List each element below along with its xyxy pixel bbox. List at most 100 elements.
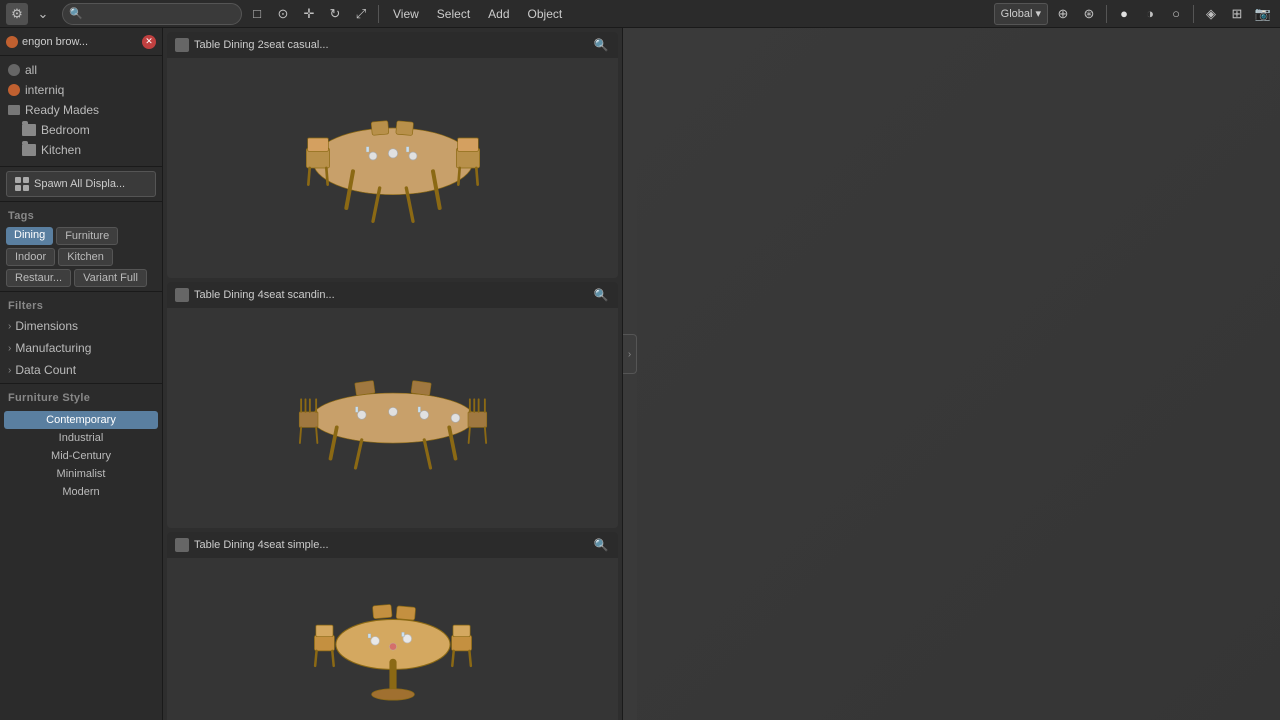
tree-all-label: all <box>25 63 37 77</box>
filter-dimensions[interactable]: › Dimensions <box>0 315 162 337</box>
tree-kitchen-label: Kitchen <box>41 143 81 157</box>
menu-select[interactable]: Select <box>429 4 478 24</box>
toolbar-expand-icon[interactable]: ⌄ <box>32 3 54 25</box>
left-panel-scroll[interactable]: all interniq Ready Mades Bedroom Kitchen <box>0 56 162 720</box>
divider-2 <box>0 201 162 202</box>
toolbar-transform-icon[interactable]: ✛ <box>298 3 320 25</box>
menu-object[interactable]: Object <box>520 4 571 24</box>
top-toolbar: ⚙ ⌄ 🔍 □ ⊙ ✛ ↻ ⤢ View Select Add Object G… <box>0 0 1280 28</box>
style-industrial[interactable]: Industrial <box>0 429 162 447</box>
all-icon <box>8 64 20 76</box>
tree-item-all[interactable]: all <box>0 60 162 80</box>
main-area: engon brow... ✕ all interniq Ready Mades <box>0 28 1280 720</box>
tree-item-bedroom[interactable]: Bedroom <box>0 120 162 140</box>
shading-render-icon[interactable]: ○ <box>1165 3 1187 25</box>
left-panel: engon brow... ✕ all interniq Ready Mades <box>0 28 163 720</box>
tag-kitchen[interactable]: Kitchen <box>58 248 113 266</box>
tags-label: Tags <box>0 204 162 225</box>
top-menu: View Select Add Object <box>385 4 570 24</box>
viewport-shading-icon[interactable]: ◈ <box>1200 3 1222 25</box>
tree-bedroom-label: Bedroom <box>41 123 90 137</box>
asset-item-1-header: Table Dining 4seat scandin... 🔍 <box>167 282 618 308</box>
filter-manufacturing[interactable]: › Manufacturing <box>0 337 162 359</box>
asset-0-title: Table Dining 2seat casual... <box>194 39 587 51</box>
menu-add[interactable]: Add <box>480 4 517 24</box>
overlay-icon[interactable]: ⊕ <box>1052 3 1074 25</box>
asset-item-0[interactable]: Table Dining 2seat casual... 🔍 <box>167 32 618 278</box>
toolbar-separator-2 <box>1106 5 1107 23</box>
toolbar-search-input[interactable] <box>62 3 242 25</box>
chevron-dimensions: › <box>8 321 11 332</box>
spawn-label: Spawn All Displa... <box>34 178 125 190</box>
viewport-global-dropdown[interactable]: Global ▾ <box>994 3 1048 25</box>
divider-3 <box>0 291 162 292</box>
style-minimalist[interactable]: Minimalist <box>0 465 162 483</box>
tag-furniture[interactable]: Furniture <box>56 227 118 245</box>
toolbar-separator-1 <box>378 5 379 23</box>
furniture-style-label: Furniture Style <box>0 386 162 407</box>
close-button[interactable]: ✕ <box>142 35 156 49</box>
asset-2-preview <box>167 558 618 720</box>
browser-title: engon brow... <box>22 36 138 48</box>
style-section: Contemporary Industrial Mid-Century Mini… <box>0 407 162 505</box>
asset-2-icon <box>175 538 189 552</box>
asset-item-1[interactable]: Table Dining 4seat scandin... 🔍 <box>167 282 618 528</box>
toolbar-select-box-icon[interactable]: □ <box>246 3 268 25</box>
toolbar-settings-icon[interactable]: ⚙ <box>6 3 28 25</box>
asset-0-preview <box>167 58 618 278</box>
asset-item-2-header: Table Dining 4seat simple... 🔍 <box>167 532 618 558</box>
toolbar-rotate-icon[interactable]: ↻ <box>324 3 346 25</box>
tree-section: all interniq Ready Mades Bedroom Kitchen <box>0 56 162 164</box>
asset-2-svg <box>293 558 493 720</box>
style-contemporary[interactable]: Contemporary <box>4 411 158 429</box>
tag-dining[interactable]: Dining <box>6 227 53 245</box>
tree-item-ready-mades[interactable]: Ready Mades <box>0 100 162 120</box>
asset-list: Table Dining 2seat casual... 🔍 <box>163 28 622 720</box>
tree-item-kitchen[interactable]: Kitchen <box>0 140 162 160</box>
filter-data-count[interactable]: › Data Count <box>0 359 162 381</box>
viewport-background <box>637 28 1280 720</box>
tag-indoor[interactable]: Indoor <box>6 248 55 266</box>
3d-viewport <box>637 28 1280 720</box>
divider-4 <box>0 383 162 384</box>
tags-container: Dining Furniture Indoor Kitchen Restaur.… <box>0 225 162 289</box>
spawn-all-button[interactable]: Spawn All Displa... <box>6 171 156 197</box>
shading-solid-icon[interactable]: ● <box>1113 3 1135 25</box>
asset-0-search-btn[interactable]: 🔍 <box>592 36 610 54</box>
toolbar-cursor-icon[interactable]: ⊙ <box>272 3 294 25</box>
filter-manufacturing-label: Manufacturing <box>15 341 91 355</box>
asset-1-preview <box>167 308 618 528</box>
tree-item-interniq[interactable]: interniq <box>0 80 162 100</box>
asset-1-title: Table Dining 4seat scandin... <box>194 289 587 301</box>
bedroom-folder-icon <box>22 124 36 136</box>
filter-dimensions-label: Dimensions <box>15 319 78 333</box>
asset-item-2[interactable]: Table Dining 4seat simple... 🔍 <box>167 532 618 720</box>
chevron-data-count: › <box>8 365 11 376</box>
asset-1-icon <box>175 288 189 302</box>
tree-ready-mades-label: Ready Mades <box>25 103 99 117</box>
interniq-icon <box>8 84 20 96</box>
collapse-panel-button[interactable]: › <box>623 334 637 374</box>
spawn-grid-icon <box>15 177 29 191</box>
browser-icon <box>6 36 18 48</box>
asset-1-svg <box>293 318 493 518</box>
menu-view[interactable]: View <box>385 4 427 24</box>
asset-2-title: Table Dining 4seat simple... <box>194 539 587 551</box>
gizmo-icon[interactable]: ⊛ <box>1078 3 1100 25</box>
tag-restaurant[interactable]: Restaur... <box>6 269 71 287</box>
center-panel: Table Dining 2seat casual... 🔍 <box>163 28 623 720</box>
render-icon[interactable]: 📷 <box>1252 3 1274 25</box>
toolbar-scale-icon[interactable]: ⤢ <box>350 3 372 25</box>
asset-2-search-btn[interactable]: 🔍 <box>592 536 610 554</box>
toolbar-separator-3 <box>1193 5 1194 23</box>
shading-material-icon[interactable]: ◑ <box>1139 3 1161 25</box>
style-modern[interactable]: Modern <box>0 483 162 501</box>
viewport-options-icon[interactable]: ⊞ <box>1226 3 1248 25</box>
asset-0-svg <box>293 68 493 268</box>
style-mid-century[interactable]: Mid-Century <box>0 447 162 465</box>
asset-0-icon <box>175 38 189 52</box>
filter-data-count-label: Data Count <box>15 363 76 377</box>
asset-1-search-btn[interactable]: 🔍 <box>592 286 610 304</box>
tree-interniq-label: interniq <box>25 83 64 97</box>
tag-variant-full[interactable]: Variant Full <box>74 269 147 287</box>
